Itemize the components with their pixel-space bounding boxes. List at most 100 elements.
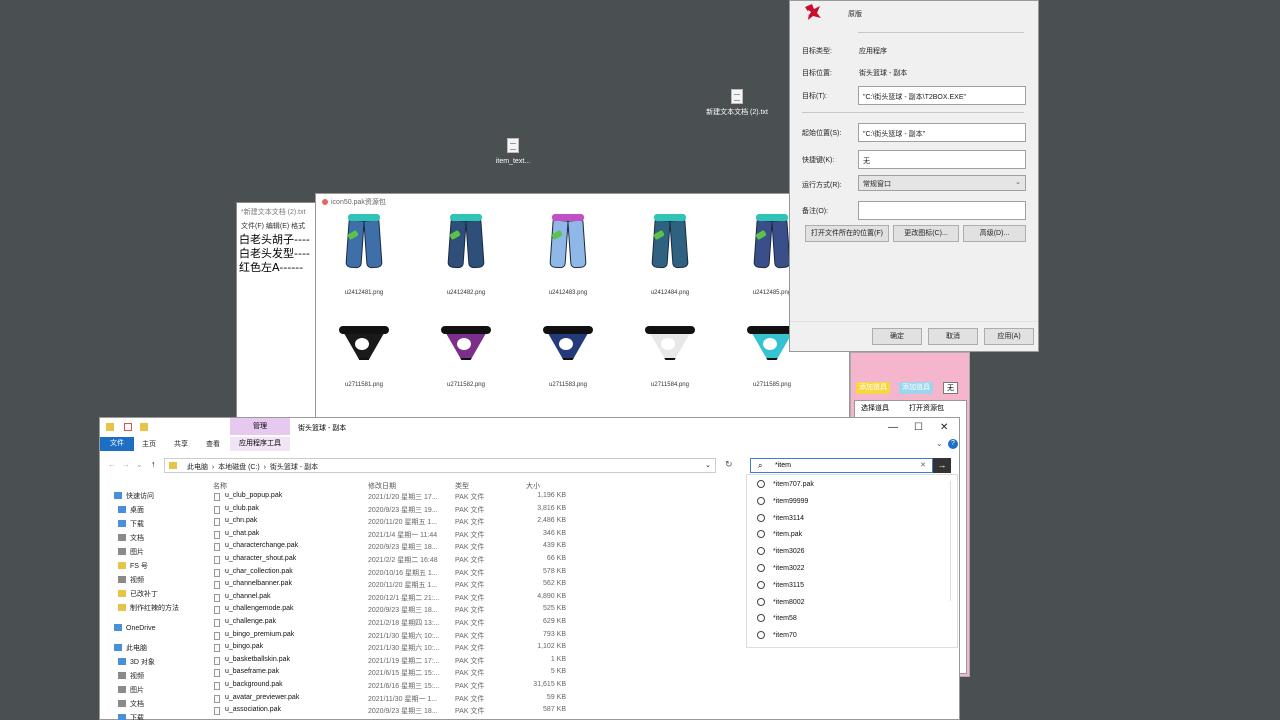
file-row[interactable]: u_bingo_premium.pak 2021/1/30 星期六 10:...…	[210, 630, 680, 643]
search-suggestion[interactable]: *item3115	[757, 580, 804, 589]
file-row[interactable]: u_club.pak 2020/9/23 星期三 19... PAK 文件 3,…	[210, 504, 680, 517]
close-icon[interactable]: ✕	[940, 422, 948, 433]
apply-button[interactable]: 应用(A)	[984, 328, 1034, 345]
file-row[interactable]: u_challenge.pak 2021/2/18 星期四 13:... PAK…	[210, 617, 680, 630]
file-row[interactable]: u_characterchange.pak 2020/9/23 星期三 18..…	[210, 541, 680, 554]
search-go-button[interactable]: →	[933, 458, 951, 473]
tab-home[interactable]: 主页	[142, 439, 156, 449]
thumbnail-item[interactable]: u2412481.png	[324, 214, 404, 296]
nav-item[interactable]: OneDrive	[114, 622, 204, 636]
file-row[interactable]: u_bingo.pak 2021/1/30 星期六 10:... PAK 文件 …	[210, 642, 680, 655]
col-open-pak[interactable]: 打开资源包	[909, 403, 944, 413]
maximize-icon[interactable]: ☐	[914, 422, 923, 433]
tab-share[interactable]: 共享	[174, 439, 188, 449]
up-arrow-icon[interactable]: ↑	[151, 459, 156, 469]
shortcut-key-field[interactable]: 无	[858, 150, 1026, 169]
file-row[interactable]: u_basketballskin.pak 2021/1/19 星期二 17:..…	[210, 655, 680, 668]
nav-item[interactable]: 文档	[114, 698, 204, 712]
search-suggestion[interactable]: *item3114	[757, 513, 804, 522]
add-item-button-2[interactable]: 添加道具	[899, 382, 933, 394]
thumbnail-item[interactable]: u2711584.png	[630, 324, 710, 388]
open-file-location-button[interactable]: 打开文件所在的位置(F)	[805, 225, 889, 242]
search-suggestion[interactable]: *item3022	[757, 564, 805, 572]
search-suggestion[interactable]: *item70	[757, 631, 797, 640]
nav-item[interactable]: 图片	[114, 684, 204, 698]
clear-icon[interactable]: ✕	[920, 461, 926, 469]
file-row[interactable]: u_chat.pak 2021/1/4 星期一 11:44 PAK 文件 346…	[210, 529, 680, 542]
search-suggestion[interactable]: *item707.pak	[757, 480, 814, 488]
new-folder-icon[interactable]	[140, 423, 148, 431]
thumbnail-item[interactable]: u2711583.png	[528, 324, 608, 388]
nav-item[interactable]: 快速访问	[114, 490, 204, 504]
file-row[interactable]: u_avatar_previewer.pak 2021/11/30 星期一 1.…	[210, 693, 680, 706]
nav-item[interactable]: 图片	[114, 546, 204, 560]
add-item-button[interactable]: 添加道具	[856, 382, 890, 394]
file-row[interactable]: u_background.pak 2021/6/16 星期三 15:... PA…	[210, 680, 680, 693]
column-name[interactable]: 名称	[213, 481, 227, 491]
thumbnail-item[interactable]: u2711582.png	[426, 324, 506, 388]
search-suggestion[interactable]: *item99999	[757, 496, 808, 505]
search-input[interactable]: ⌕ *item ✕	[750, 458, 933, 473]
desktop-file-item-text[interactable]: item_text...	[483, 138, 543, 166]
nav-arrows[interactable]: ←→⌄	[108, 460, 149, 469]
thumbnail-item[interactable]: u2711581.png	[324, 324, 404, 388]
nav-item[interactable]: FS 号	[114, 560, 204, 574]
nav-item[interactable]: 制作红辣的方法	[114, 602, 204, 616]
notepad-line[interactable]: 白老头发型----	[237, 247, 321, 261]
file-row[interactable]: u_chn.pak 2020/11/20 星期五 1... PAK 文件 2,4…	[210, 516, 680, 529]
chevron-down-icon[interactable]: ⌄	[705, 461, 711, 469]
column-date[interactable]: 修改日期	[368, 481, 396, 491]
column-size[interactable]: 大小	[526, 481, 540, 491]
path-segment[interactable]: 街头篮球 - 副本	[270, 464, 318, 471]
nav-item[interactable]: 3D 对象	[114, 656, 204, 670]
thumbnail-item[interactable]: u2412484.png	[630, 214, 710, 296]
start-in-field[interactable]: "C:\街头篮球 - 副本"	[858, 123, 1026, 142]
notepad-line[interactable]: 白老头胡子----	[237, 233, 321, 247]
file-row[interactable]: u_baseframe.pak 2021/6/15 星期二 15:... PAK…	[210, 667, 680, 680]
tab-file[interactable]: 文件	[100, 437, 134, 451]
file-row[interactable]: u_channelbanner.pak 2020/11/20 星期五 1... …	[210, 579, 680, 592]
col-select-item[interactable]: 选择道具	[861, 403, 889, 413]
none-button[interactable]: 无	[943, 382, 958, 394]
ok-button[interactable]: 确定	[872, 328, 922, 345]
nav-item[interactable]: 此电脑	[114, 642, 204, 656]
notepad-menu[interactable]: 文件(F) 编辑(E) 格式	[237, 219, 321, 233]
file-row[interactable]: u_character_shout.pak 2021/2/2 星期二 16:48…	[210, 554, 680, 567]
file-row[interactable]: u_channel.pak 2020/12/1 星期二 21:... PAK 文…	[210, 592, 680, 605]
desktop-file-new-text[interactable]: 新建文本文档 (2).txt	[706, 89, 768, 117]
comment-field[interactable]	[858, 201, 1026, 220]
refresh-icon[interactable]: ↻	[725, 459, 733, 470]
nav-item[interactable]: 视频	[114, 574, 204, 588]
tab-view[interactable]: 查看	[206, 439, 220, 449]
nav-item[interactable]: 文档	[114, 532, 204, 546]
thumbnail-item[interactable]: u2412482.png	[426, 214, 506, 296]
minimize-icon[interactable]: —	[888, 422, 898, 433]
nav-item[interactable]: 桌面	[114, 504, 204, 518]
nav-item[interactable]: 已改补丁	[114, 588, 204, 602]
cancel-button[interactable]: 取消	[928, 328, 978, 345]
target-field[interactable]: "C:\街头篮球 - 副本\T2BOX.EXE"	[858, 86, 1026, 105]
file-row[interactable]: u_association.pak 2020/9/23 星期三 18... PA…	[210, 705, 680, 718]
help-icon[interactable]: ?	[948, 439, 958, 449]
file-row[interactable]: u_char_collection.pak 2020/10/16 星期五 1..…	[210, 567, 680, 580]
ribbon-context-label[interactable]: 管理	[230, 418, 290, 435]
file-row[interactable]: u_challengemode.pak 2020/9/23 星期三 18... …	[210, 604, 680, 617]
path-segment[interactable]: 此电脑	[187, 464, 208, 471]
address-bar[interactable]: 此电脑 › 本地磁盘 (C:) › 街头篮球 - 副本 ⌄	[164, 458, 716, 473]
tab-app-tools[interactable]: 应用程序工具	[230, 437, 290, 451]
path-segment[interactable]: 本地磁盘 (C:)	[218, 464, 260, 471]
nav-item[interactable]: 下载	[114, 712, 204, 720]
advanced-button[interactable]: 高级(D)...	[963, 225, 1026, 242]
notepad-line[interactable]: 红色左A------	[237, 261, 321, 275]
search-suggestion[interactable]: *item.pak	[757, 530, 802, 539]
change-icon-button[interactable]: 更改图标(C)...	[893, 225, 959, 242]
run-mode-select[interactable]: 常规窗口 ⌄	[858, 175, 1026, 191]
column-type[interactable]: 类型	[455, 481, 469, 491]
nav-item[interactable]: 视频	[114, 670, 204, 684]
search-suggestion[interactable]: *item58	[757, 614, 797, 623]
properties-icon[interactable]	[124, 423, 132, 431]
chevron-down-icon[interactable]: ⌄	[936, 439, 943, 448]
search-suggestion[interactable]: *item3026	[757, 547, 805, 556]
scrollbar[interactable]	[950, 481, 955, 601]
file-row[interactable]: u_club_popup.pak 2021/1/20 星期三 17... PAK…	[210, 491, 680, 504]
